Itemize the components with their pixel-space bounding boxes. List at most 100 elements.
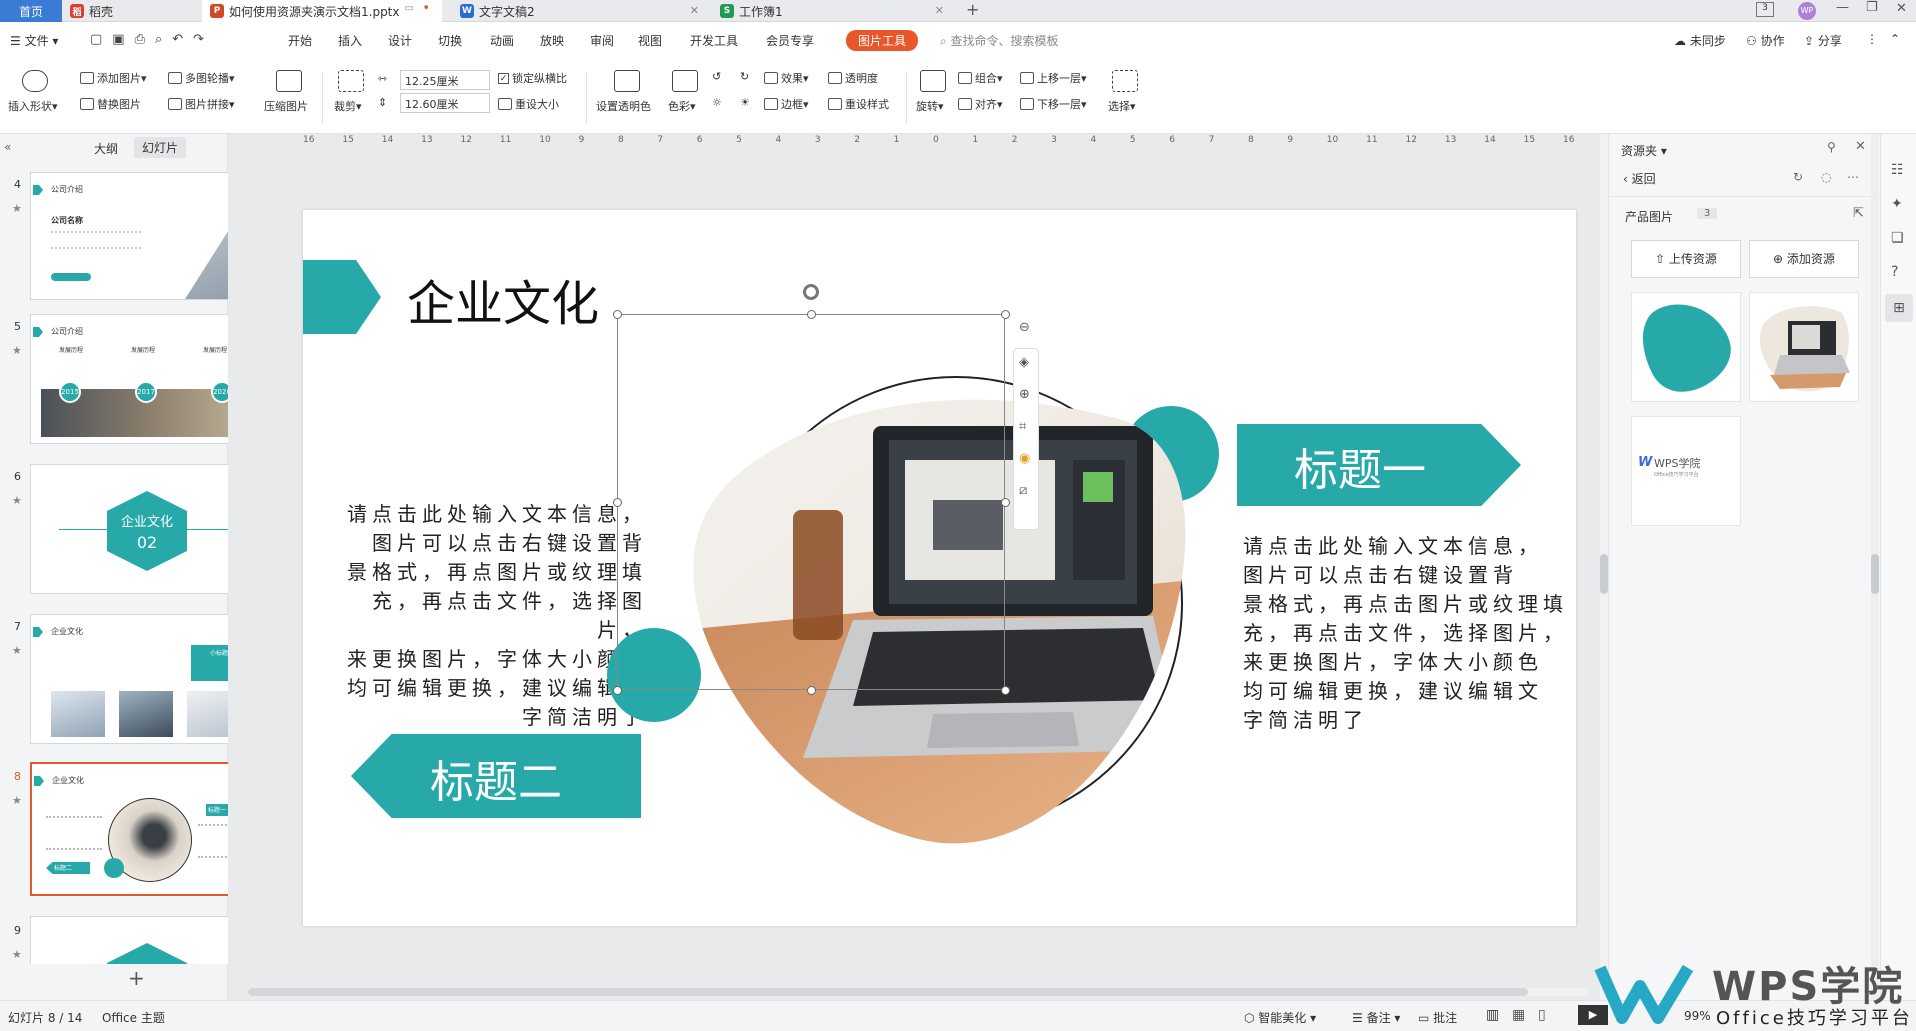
select-button[interactable]: 选择 ▾: [1108, 98, 1136, 114]
back-button[interactable]: ‹ 返回: [1623, 170, 1656, 187]
body-text-left[interactable]: 请点击此处输入文本信息， 图片可以点击右键设置背 景格式，再点图片或纹理填 充，再点击…: [337, 500, 647, 732]
menu-picture-tools[interactable]: 图片工具: [846, 30, 919, 51]
resource-item-shape[interactable]: [1631, 292, 1741, 402]
reading-view-icon[interactable]: ▯: [1538, 1007, 1546, 1023]
brightness-icon[interactable]: ☼: [712, 96, 722, 109]
resize-handle[interactable]: [613, 498, 622, 507]
resize-handle[interactable]: [613, 310, 622, 319]
help-icon[interactable]: ?: [1891, 264, 1898, 280]
scrollbar-thumb[interactable]: [248, 988, 1528, 996]
close-icon[interactable]: ✕: [690, 4, 699, 17]
rotate-button[interactable]: 旋转 ▾: [916, 98, 944, 114]
search-commands[interactable]: ⌕ 查找命令、搜索模板: [940, 32, 1059, 49]
lightbulb-icon[interactable]: ◉: [1019, 451, 1030, 466]
theme-name[interactable]: Office 主题: [102, 1009, 165, 1026]
tab-pptx[interactable]: P 如何使用资源夹演示文档1.pptx ▭ •: [202, 0, 442, 22]
resize-handle[interactable]: [1001, 310, 1010, 319]
border-button[interactable]: 边框 ▾: [764, 96, 809, 112]
menu-item[interactable]: 审阅: [590, 32, 614, 49]
collapse-ribbon-icon[interactable]: ⌃: [1890, 32, 1900, 46]
horizontal-scrollbar[interactable]: [248, 988, 1588, 996]
tab-sheet[interactable]: S 工作簿1 ✕: [712, 0, 952, 22]
body-text-right[interactable]: 请点击此处输入文本信息， 图片可以点击右键设置背 景格式，再点击图片或纹理填 充，再点…: [1243, 532, 1573, 735]
menu-item[interactable]: 放映: [540, 32, 564, 49]
tab-slides[interactable]: 幻灯片: [134, 137, 187, 158]
close-window-icon[interactable]: ✕: [1896, 1, 1907, 16]
slide-title[interactable]: 企业文化: [407, 264, 599, 334]
smart-beautify-button[interactable]: ⬡ 智能美化 ▾: [1244, 1009, 1316, 1026]
color-button[interactable]: 色彩 ▾: [668, 98, 696, 114]
insert-shape-button[interactable]: 插入形状 ▾: [8, 98, 58, 114]
edit-picture-icon[interactable]: ⧄: [1019, 483, 1027, 498]
vertical-scrollbar[interactable]: [1600, 134, 1608, 1000]
add-resource-button[interactable]: ⊕ 添加资源: [1749, 240, 1859, 278]
close-panel-icon[interactable]: ✕: [1855, 139, 1866, 154]
copy-icon[interactable]: ❏: [1891, 230, 1904, 246]
resource-folder-icon[interactable]: ⊞: [1885, 294, 1913, 322]
menu-file[interactable]: ☰ 文件 ▾: [10, 32, 58, 49]
normal-view-icon[interactable]: ▥: [1486, 1007, 1499, 1023]
compress-button[interactable]: 压缩图片: [264, 98, 308, 114]
share-icon[interactable]: ⇱: [1853, 206, 1864, 221]
resource-item-laptop[interactable]: [1749, 292, 1859, 402]
close-icon[interactable]: ✕: [935, 4, 944, 17]
collapse-panel-icon[interactable]: «: [4, 140, 11, 154]
more-icon[interactable]: ⋮: [1866, 32, 1878, 46]
scrollbar-thumb[interactable]: [1600, 554, 1608, 594]
layers-icon[interactable]: ◈: [1019, 355, 1029, 370]
reset-style-button[interactable]: 重设样式: [828, 96, 889, 112]
resize-handle[interactable]: [1001, 498, 1010, 507]
minimize-icon[interactable]: —: [1836, 0, 1849, 15]
tab-daoke[interactable]: 稻 稻壳: [62, 0, 202, 22]
menu-item[interactable]: 会员专享: [766, 32, 814, 49]
tab-doc[interactable]: W 文字文稿2 ✕: [452, 0, 707, 22]
title-arrow-shape[interactable]: [303, 260, 381, 334]
more-icon[interactable]: ⋯: [1847, 170, 1859, 184]
menu-item[interactable]: 开发工具: [690, 32, 738, 49]
crop-icon[interactable]: ⌗: [1019, 419, 1026, 434]
align-button[interactable]: 对齐 ▾: [958, 96, 1003, 112]
send-backward-button[interactable]: 下移一层 ▾: [1020, 96, 1087, 112]
group-button[interactable]: 组合 ▾: [958, 70, 1003, 86]
menu-item[interactable]: 动画: [490, 32, 514, 49]
sorter-view-icon[interactable]: ▦: [1512, 1007, 1525, 1023]
menu-item[interactable]: 视图: [638, 32, 662, 49]
multi-carousel-button[interactable]: 多图轮播 ▾: [168, 70, 235, 86]
bring-forward-button[interactable]: 上移一层 ▾: [1020, 70, 1087, 86]
rotate-left-icon[interactable]: ↺: [712, 70, 721, 83]
resource-item-wps-logo[interactable]: W WPS学院 Office技巧学习平台: [1631, 416, 1741, 526]
upload-resource-button[interactable]: ⇧ 上传资源: [1631, 240, 1741, 278]
width-field[interactable]: 12.25厘米: [400, 70, 490, 90]
menu-item[interactable]: 切换: [438, 32, 462, 49]
avatar[interactable]: WP: [1798, 2, 1816, 20]
contrast-icon[interactable]: ☀: [740, 96, 750, 109]
resize-handle[interactable]: [807, 310, 816, 319]
slide-canvas[interactable]: 企业文化 请点击此处输入文本信息， 图片可以点击右键设置背 景格式，再点图片或纹理填…: [303, 210, 1576, 926]
zoom-icon[interactable]: ⊕: [1019, 387, 1030, 402]
rotate-right-icon[interactable]: ↻: [740, 70, 749, 83]
tab-outline[interactable]: 大纲: [94, 140, 118, 157]
collab-button[interactable]: ⚇ 协作: [1746, 32, 1785, 49]
height-field[interactable]: 12.60厘米: [400, 93, 490, 113]
add-slide-button[interactable]: +: [128, 966, 145, 990]
notes-button[interactable]: ☰ 备注 ▾: [1352, 1009, 1400, 1026]
pin-icon[interactable]: ⚲: [1827, 140, 1836, 154]
reset-size-button[interactable]: 重设大小: [498, 96, 559, 112]
settings-sliders-icon[interactable]: ☷: [1891, 162, 1904, 178]
set-transparent-button[interactable]: 设置透明色: [596, 98, 651, 114]
menu-item[interactable]: 开始: [288, 32, 312, 49]
scrollbar-thumb[interactable]: [1871, 554, 1879, 594]
panel-scrollbar[interactable]: [1871, 134, 1879, 1000]
share-button[interactable]: ⇪ 分享: [1804, 32, 1842, 49]
menu-item[interactable]: 插入: [338, 32, 362, 49]
add-picture-button[interactable]: 添加图片 ▾: [80, 70, 147, 86]
comment-icon[interactable]: ◌: [1821, 170, 1831, 184]
resize-handle[interactable]: [1001, 686, 1010, 695]
lock-ratio-checkbox[interactable]: ✓ 锁定纵横比: [498, 70, 567, 86]
transparency-button[interactable]: 透明度: [828, 70, 878, 86]
window-count-icon[interactable]: 3: [1756, 2, 1774, 17]
replace-picture-button[interactable]: 替换图片: [80, 96, 141, 112]
tab-home[interactable]: 首页: [0, 0, 62, 22]
collapse-toolbar-icon[interactable]: ⊖: [1019, 320, 1030, 335]
refresh-icon[interactable]: ↻: [1793, 170, 1803, 184]
